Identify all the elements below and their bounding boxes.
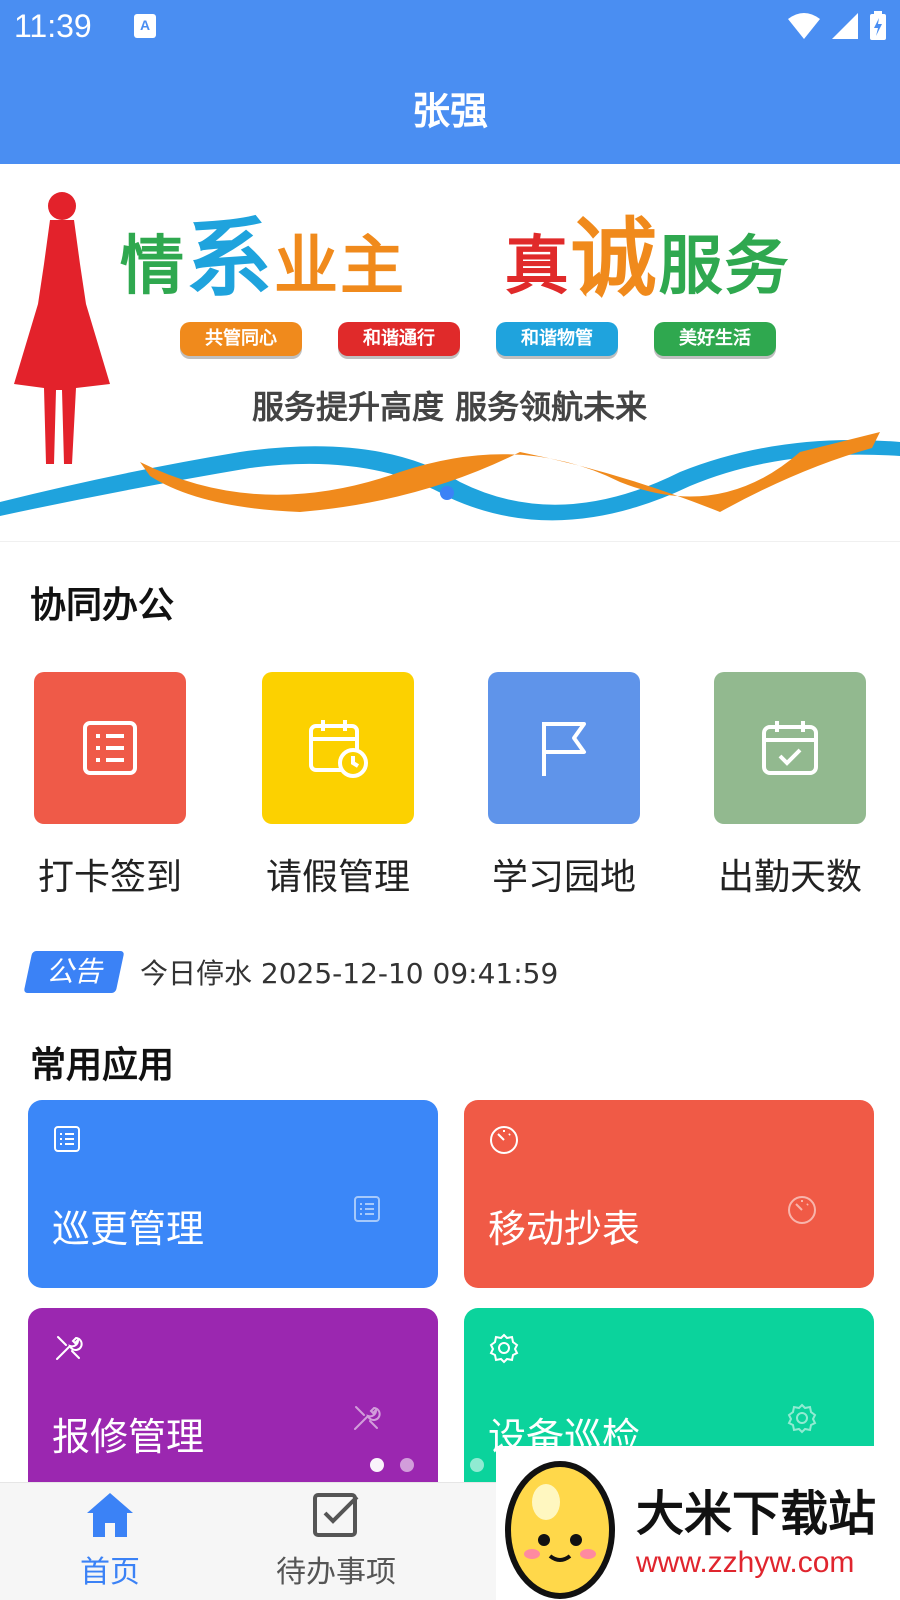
app-card-patrol[interactable]: 巡更管理 xyxy=(28,1100,438,1288)
collab-label: 请假管理 xyxy=(265,857,410,898)
apps-pager-dots xyxy=(370,1458,484,1472)
collab-item-attendance[interactable]: 出勤天数 xyxy=(714,672,866,900)
ribbon-decoration xyxy=(0,432,900,521)
flag-icon xyxy=(542,722,586,776)
section-title-collab: 协同办公 xyxy=(30,585,175,626)
pager-dot xyxy=(400,1458,414,1472)
calendar-check-icon xyxy=(762,721,818,775)
tools-icon xyxy=(354,1406,381,1430)
gauge-icon xyxy=(788,1196,816,1224)
watermark-title: 大米下载站 xyxy=(636,1486,877,1542)
app-header: 张强 xyxy=(0,52,900,164)
gear-icon xyxy=(787,1403,817,1434)
calendar-clock-icon xyxy=(309,720,368,778)
notification-icon-letter: A xyxy=(139,17,151,33)
watermark-overlay: 大米下载站 www.zzhyw.com xyxy=(496,1446,900,1600)
notification-icon: A xyxy=(134,14,156,38)
headline-part: 系 xyxy=(186,209,274,309)
banner-carousel[interactable]: 情系业主 真诚服务 共管同心 和谐通行 和谐物管 美好生活 服务提升高度 服务领… xyxy=(0,164,900,542)
wifi-icon xyxy=(788,13,820,39)
gear-icon xyxy=(489,1333,519,1364)
home-icon xyxy=(87,1493,133,1537)
status-bar: 11:39 A xyxy=(0,0,900,52)
banner-pills: 共管同心 和谐通行 和谐物管 美好生活 xyxy=(180,322,776,356)
banner-headline: 情系业主 真诚服务 xyxy=(120,188,791,313)
mascot-logo-icon xyxy=(505,1461,615,1599)
signal-icon xyxy=(832,13,858,39)
collab-tile[interactable] xyxy=(262,672,414,824)
collab-label: 出勤天数 xyxy=(717,857,862,898)
watermark-url: www.zzhyw.com xyxy=(636,1546,855,1579)
status-icons xyxy=(786,10,888,42)
collab-label: 打卡签到 xyxy=(37,857,182,898)
collab-tile[interactable] xyxy=(488,672,640,824)
app-card-label: 移动抄表 xyxy=(488,1207,641,1251)
notice-text[interactable]: 今日停水 2025-12-10 09:41:59 xyxy=(140,952,558,992)
headline-part: 诚 xyxy=(570,209,659,309)
section-title-apps: 常用应用 xyxy=(30,1045,175,1086)
banner-pill: 和谐通行 xyxy=(338,322,460,356)
tools-icon xyxy=(56,1336,83,1360)
banner-pill: 美好生活 xyxy=(654,322,776,356)
nav-label: 待办事项 xyxy=(276,1555,396,1590)
list-icon xyxy=(54,1126,80,1152)
headline-part: 情 xyxy=(120,230,186,304)
app-card-label: 报修管理 xyxy=(52,1415,205,1459)
checkbox-icon xyxy=(313,1493,359,1537)
gauge-icon xyxy=(490,1126,518,1154)
app-card-label: 巡更管理 xyxy=(52,1207,205,1251)
nav-label: 首页 xyxy=(80,1555,140,1590)
collab-tile[interactable] xyxy=(34,672,186,824)
app-card-meter[interactable]: 移动抄表 xyxy=(464,1100,874,1288)
battery-icon xyxy=(870,11,886,40)
collab-item-leave[interactable]: 请假管理 xyxy=(262,672,414,900)
collab-item-checkin[interactable]: 打卡签到 xyxy=(34,672,186,900)
banner-pill: 和谐物管 xyxy=(496,322,618,356)
collab-tile[interactable] xyxy=(714,672,866,824)
notice-bar[interactable]: 公告 今日停水 2025-12-10 09:41:59 xyxy=(23,950,558,994)
pager-dot-active xyxy=(370,1458,384,1472)
list-icon xyxy=(354,1196,380,1222)
headline-part: 真 xyxy=(504,230,571,304)
nav-item-home[interactable]: 首页 xyxy=(20,1491,200,1591)
status-time: 11:39 xyxy=(14,8,92,44)
page-title: 张强 xyxy=(411,89,488,133)
headline-part: 服务 xyxy=(658,230,791,304)
collab-item-learning[interactable]: 学习园地 xyxy=(488,672,640,900)
headline-part: 业主 xyxy=(274,230,406,304)
list-icon xyxy=(83,721,137,775)
banner-pill: 共管同心 xyxy=(180,322,302,356)
collab-label: 学习园地 xyxy=(491,857,636,898)
notice-tag: 公告 xyxy=(23,951,125,993)
nav-item-todo[interactable]: 待办事项 xyxy=(246,1491,426,1591)
notice-tag-label: 公告 xyxy=(45,955,102,988)
pager-dot xyxy=(470,1458,484,1472)
